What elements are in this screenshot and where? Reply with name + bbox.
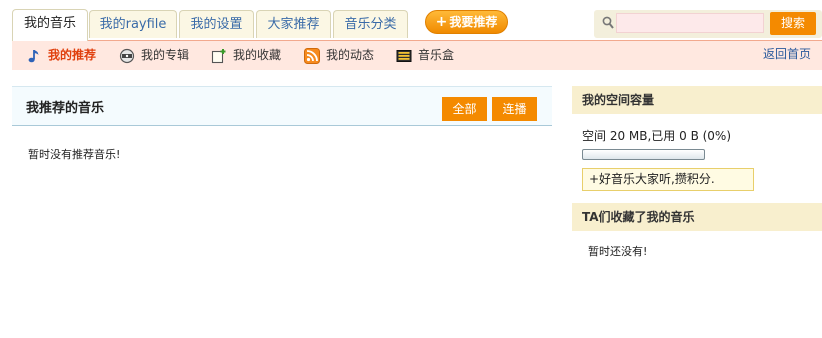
search-icon (602, 16, 614, 29)
subnav-item-music-box[interactable]: 音乐盒 (396, 41, 466, 70)
tab-my-rayfile[interactable]: 我的rayfile (89, 10, 177, 38)
collected-my-music-header: TA们收藏了我的音乐 (572, 203, 822, 231)
subnav-label: 我的收藏 (233, 48, 282, 62)
recommend-button-label: 我要推荐 (449, 15, 498, 29)
subnav-label: 我的动态 (326, 48, 375, 62)
search-input[interactable] (616, 13, 764, 33)
cd-album-icon (119, 48, 135, 64)
sub-navigation: 我的推荐 我的专辑 我的收藏 我的动态 音乐盒 返回首页 (12, 40, 822, 70)
top-tab-bar: 我的音乐 我的rayfile 我的设置 大家推荐 音乐分类 + 我要推荐 搜索 (0, 0, 822, 41)
subnav-label: 我的专辑 (141, 48, 190, 62)
recommend-button[interactable]: + 我要推荐 (425, 10, 508, 34)
subnav-label: 我的推荐 (48, 48, 97, 62)
tab-everyone-recommends[interactable]: 大家推荐 (256, 10, 331, 38)
space-capacity-header: 我的空间容量 (572, 86, 822, 114)
rss-feed-icon (304, 48, 320, 64)
subnav-label: 音乐盒 (418, 48, 455, 62)
panel-title: 我推荐的音乐 (26, 101, 105, 116)
empty-recommendations-message: 暂时没有推荐音乐! (28, 148, 121, 161)
space-usage-text: 空间 20 MB,已用 0 B (0%) (582, 129, 732, 143)
tab-music-categories[interactable]: 音乐分类 (333, 10, 408, 38)
search-bar: 搜索 (594, 10, 822, 38)
tab-my-settings[interactable]: 我的设置 (179, 10, 254, 38)
music-box-icon (396, 50, 412, 62)
all-button[interactable]: 全部 (442, 97, 487, 121)
subnav-item-my-activity[interactable]: 我的动态 (304, 41, 384, 70)
tab-my-music[interactable]: 我的音乐 (12, 9, 88, 41)
continuous-play-button[interactable]: 连播 (492, 97, 537, 121)
my-recommended-music-panel-header: 我推荐的音乐 全部 连播 (12, 86, 552, 126)
plus-icon: + (435, 14, 448, 30)
search-button[interactable]: 搜索 (770, 12, 816, 35)
subnav-item-my-albums[interactable]: 我的专辑 (119, 41, 199, 70)
earn-points-promo[interactable]: +好音乐大家听,攒积分. (582, 168, 754, 191)
music-note-icon (28, 50, 39, 63)
collected-empty-message: 暂时还没有! (588, 245, 648, 258)
space-usage-bar (582, 149, 705, 160)
subnav-item-my-favorites[interactable]: 我的收藏 (211, 41, 291, 70)
subnav-item-my-recommends[interactable]: 我的推荐 (26, 41, 116, 70)
back-home-link[interactable]: 返回首页 (763, 41, 811, 68)
favorites-add-icon (211, 49, 226, 64)
